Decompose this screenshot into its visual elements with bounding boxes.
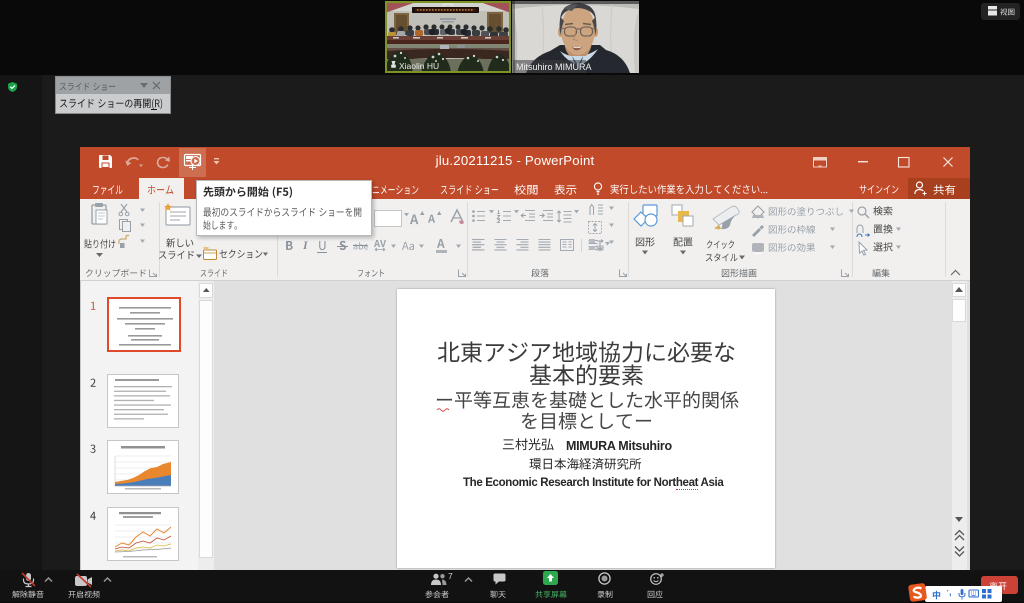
svg-text:Mitsuhiro MIMURA: Mitsuhiro MIMURA (516, 62, 592, 72)
svg-text:Xiaolin HU: Xiaolin HU (399, 61, 439, 71)
